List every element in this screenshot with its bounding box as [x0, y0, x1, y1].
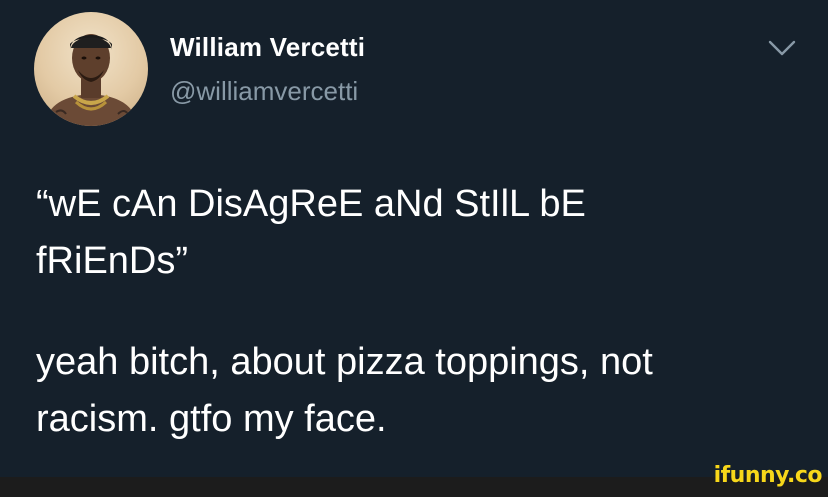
watermark-logo: ifunny.co [713, 463, 823, 488]
avatar[interactable] [34, 12, 148, 126]
tweet-text-quote: “wE cAn DisAgReE aNd StIlL bE fRiEnDs” [36, 176, 806, 290]
chevron-down-icon[interactable] [766, 36, 798, 60]
tweet-text-line: yeah bitch, about pizza toppings, not [36, 341, 653, 383]
watermark-bar [0, 477, 828, 497]
tweet-card: William Vercetti @williamvercetti “wE cA… [0, 0, 828, 477]
avatar-portrait [44, 34, 138, 126]
watermark-text: ifunny.co [713, 463, 823, 488]
author-name[interactable]: William Vercetti [170, 32, 365, 63]
tweet-text-line: racism. gtfo my face. [36, 398, 387, 440]
tweet-text-line: fRiEnDs” [36, 240, 189, 282]
tweet-text-reply: yeah bitch, about pizza toppings, not ra… [36, 334, 806, 448]
author-handle[interactable]: @williamvercetti [170, 76, 358, 107]
tweet-text-line: “wE cAn DisAgReE aNd StIlL bE [36, 183, 586, 225]
